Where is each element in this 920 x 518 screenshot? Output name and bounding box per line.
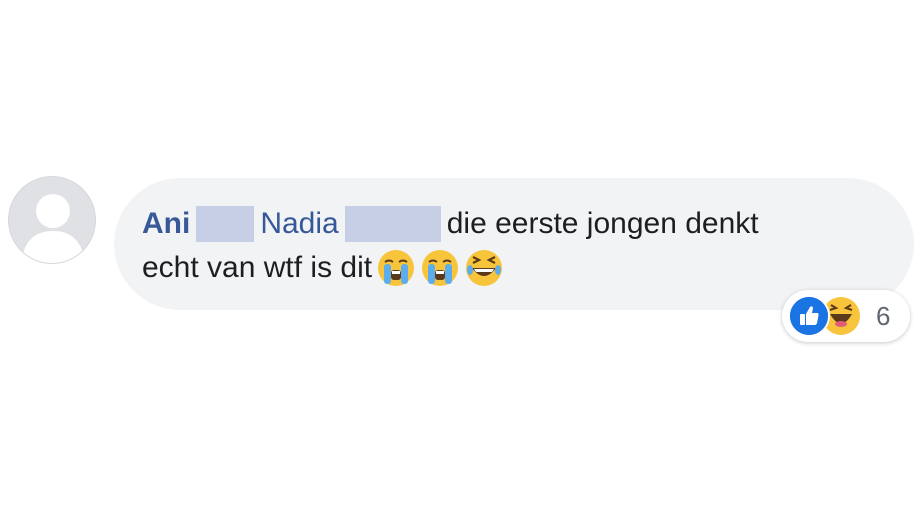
grinning-squinting-face-icon	[464, 248, 504, 288]
like-reaction-icon	[788, 295, 830, 337]
redacted-surname	[196, 206, 255, 242]
author-name[interactable]: Ani	[142, 202, 190, 246]
comment-line-2: echt van wtf is dit	[142, 246, 884, 290]
comment-thread: Ani Nadia die eerste jongen denkt echt v…	[0, 0, 920, 518]
default-profile-icon	[9, 177, 95, 263]
loudly-crying-face-icon	[376, 248, 416, 288]
avatar[interactable]	[8, 176, 96, 264]
loudly-crying-face-icon	[420, 248, 460, 288]
comment-text: echt van wtf is dit	[142, 251, 373, 284]
comment-bubble: Ani Nadia die eerste jongen denkt echt v…	[114, 178, 914, 310]
comment-text: die eerste jongen denkt	[446, 207, 759, 240]
reaction-count: 6	[876, 300, 891, 331]
mention-name[interactable]: Nadia	[260, 202, 338, 246]
comment-line-1: Ani Nadia die eerste jongen denkt	[142, 202, 884, 246]
redacted-surname	[344, 206, 441, 242]
reactions-summary[interactable]: 6	[782, 290, 910, 342]
